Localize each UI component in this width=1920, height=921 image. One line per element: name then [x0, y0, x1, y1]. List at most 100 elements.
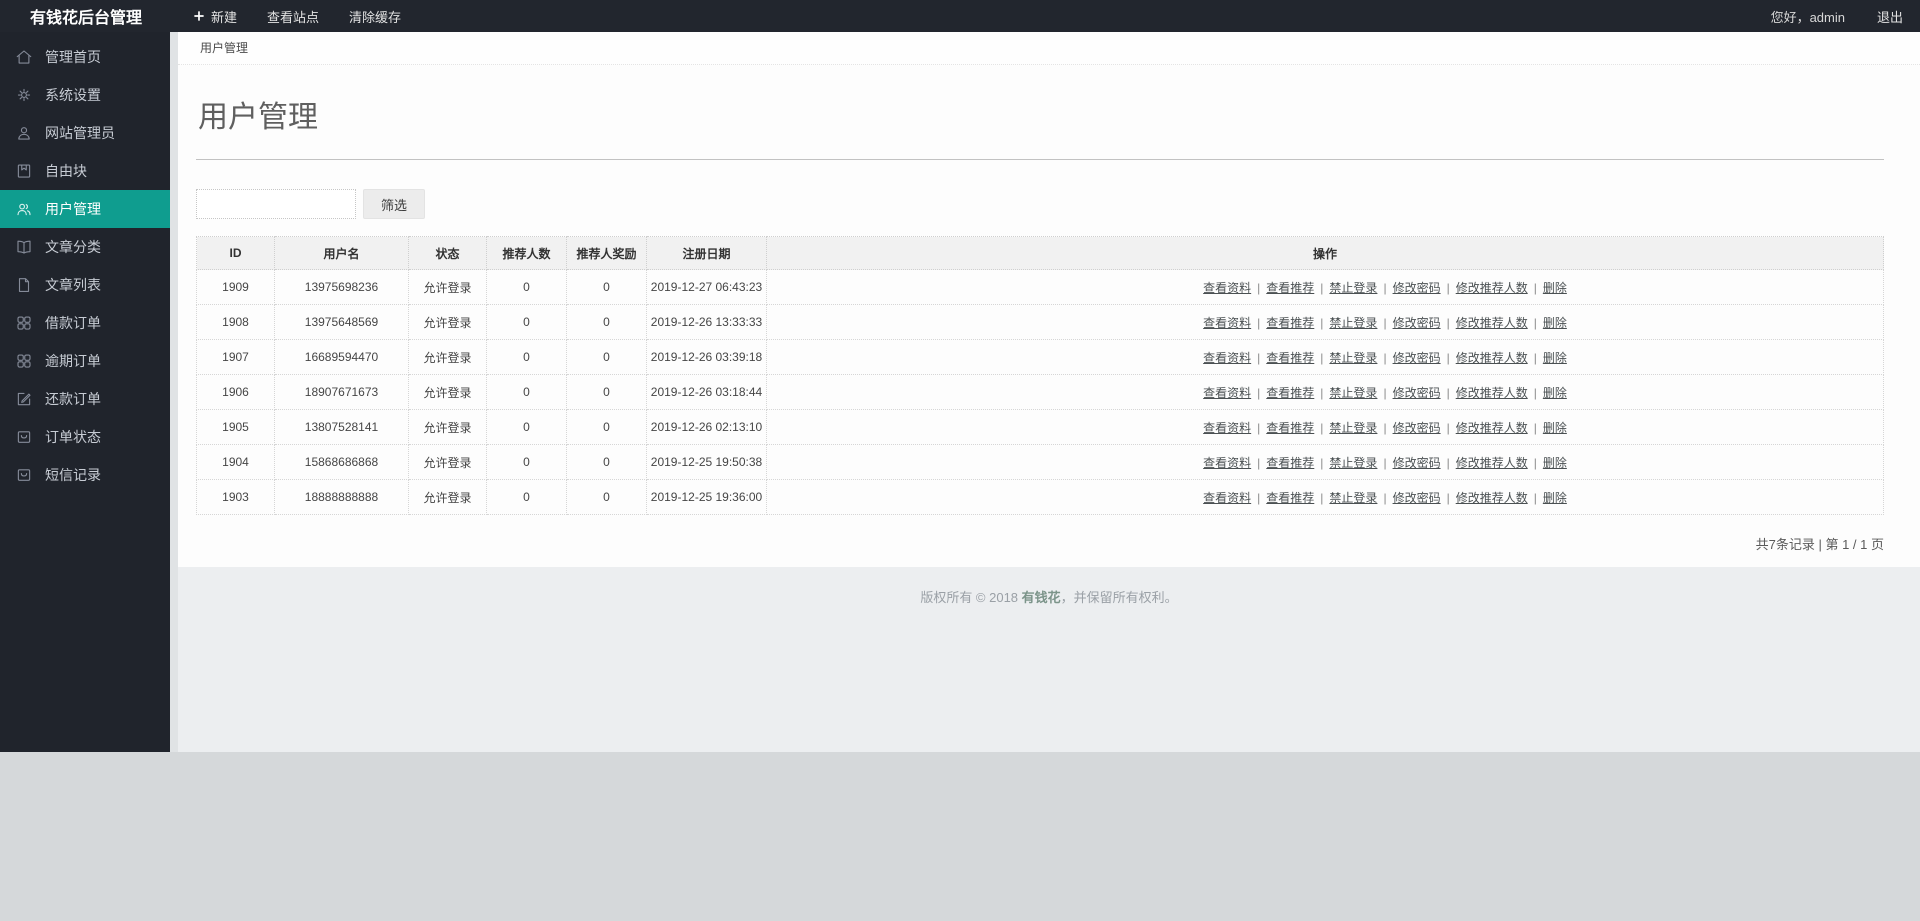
action-view-referrals[interactable]: 查看推荐	[1266, 491, 1314, 505]
col-header-status: 状态	[408, 236, 487, 270]
action-view-referrals[interactable]: 查看推荐	[1266, 421, 1314, 435]
action-forbid-login[interactable]: 禁止登录	[1329, 386, 1377, 400]
sidebar-item-dashboard[interactable]: 管理首页	[0, 38, 170, 76]
topbar-view-site-button[interactable]: 查看站点	[252, 0, 334, 32]
action-forbid-login[interactable]: 禁止登录	[1329, 351, 1377, 365]
action-view-referrals[interactable]: 查看推荐	[1266, 281, 1314, 295]
action-delete[interactable]: 删除	[1543, 386, 1567, 400]
action-view-profile[interactable]: 查看资料	[1203, 316, 1251, 330]
action-separator: |	[1446, 385, 1450, 400]
sidebar-item-user-management[interactable]: 用户管理	[0, 190, 170, 228]
action-forbid-login[interactable]: 禁止登录	[1329, 491, 1377, 505]
action-change-referral-count[interactable]: 修改推荐人数	[1456, 386, 1528, 400]
sidebar-item-repayment-orders[interactable]: 还款订单	[0, 380, 170, 418]
action-separator: |	[1320, 455, 1324, 470]
action-separator: |	[1383, 350, 1387, 365]
sidebar-item-overdue-orders[interactable]: 逾期订单	[0, 342, 170, 380]
sidebar-item-label: 还款订单	[45, 391, 101, 407]
sidebar-item-sms-records[interactable]: 短信记录	[0, 456, 170, 494]
sidebar-item-label: 逾期订单	[45, 353, 101, 369]
sidebar-item-order-status[interactable]: 订单状态	[0, 418, 170, 456]
cell-actions: 查看资料 | 查看推荐 | 禁止登录 | 修改密码 | 修改推荐人数 | 删除	[766, 374, 1884, 410]
action-view-profile[interactable]: 查看资料	[1203, 491, 1251, 505]
edit-icon	[17, 392, 31, 406]
action-change-referral-count[interactable]: 修改推荐人数	[1456, 456, 1528, 470]
action-separator: |	[1320, 420, 1324, 435]
sidebar-item-article-categories[interactable]: 文章分类	[0, 228, 170, 266]
filter-button[interactable]: 筛选	[363, 189, 426, 219]
action-forbid-login[interactable]: 禁止登录	[1329, 281, 1377, 295]
action-change-password[interactable]: 修改密码	[1393, 491, 1441, 505]
action-forbid-login[interactable]: 禁止登录	[1329, 316, 1377, 330]
users-table: ID 用户名 状态 推荐人数 推荐人奖励 注册日期 操作 1909 139756…	[196, 236, 1884, 515]
action-change-password[interactable]: 修改密码	[1393, 421, 1441, 435]
table-header-row: ID 用户名 状态 推荐人数 推荐人奖励 注册日期 操作	[196, 236, 1884, 270]
action-change-password[interactable]: 修改密码	[1393, 351, 1441, 365]
cell-referral-reward: 0	[566, 444, 647, 480]
logout-button[interactable]: 退出	[1877, 7, 1903, 26]
sidebar-item-system-settings[interactable]: 系统设置	[0, 76, 170, 114]
cell-status: 允许登录	[408, 479, 487, 515]
sidebar-item-site-admins[interactable]: 网站管理员	[0, 114, 170, 152]
action-change-password[interactable]: 修改密码	[1393, 281, 1441, 295]
action-view-referrals[interactable]: 查看推荐	[1266, 386, 1314, 400]
cell-status: 允许登录	[408, 339, 487, 375]
title-divider	[196, 159, 1884, 160]
grid-icon	[17, 354, 31, 368]
action-view-profile[interactable]: 查看资料	[1203, 456, 1251, 470]
cell-actions: 查看资料 | 查看推荐 | 禁止登录 | 修改密码 | 修改推荐人数 | 删除	[766, 269, 1884, 305]
action-view-referrals[interactable]: 查看推荐	[1266, 351, 1314, 365]
action-view-profile[interactable]: 查看资料	[1203, 386, 1251, 400]
sidebar-item-label: 用户管理	[45, 201, 101, 217]
action-delete[interactable]: 删除	[1543, 491, 1567, 505]
action-view-profile[interactable]: 查看资料	[1203, 351, 1251, 365]
action-separator: |	[1257, 455, 1261, 470]
action-change-referral-count[interactable]: 修改推荐人数	[1456, 351, 1528, 365]
cell-referrals: 0	[486, 269, 567, 305]
action-change-password[interactable]: 修改密码	[1393, 316, 1441, 330]
action-delete[interactable]: 删除	[1543, 316, 1567, 330]
sidebar-item-free-blocks[interactable]: 自由块	[0, 152, 170, 190]
filter-input[interactable]	[196, 189, 356, 219]
action-forbid-login[interactable]: 禁止登录	[1329, 456, 1377, 470]
col-header-referrals: 推荐人数	[486, 236, 567, 270]
action-separator: |	[1446, 455, 1450, 470]
book-icon	[17, 240, 31, 254]
copyright-brand: 有钱花	[1021, 590, 1061, 605]
action-view-referrals[interactable]: 查看推荐	[1266, 316, 1314, 330]
action-view-referrals[interactable]: 查看推荐	[1266, 456, 1314, 470]
action-change-referral-count[interactable]: 修改推荐人数	[1456, 491, 1528, 505]
topbar-new-button[interactable]: 新建	[178, 0, 252, 32]
action-view-profile[interactable]: 查看资料	[1203, 281, 1251, 295]
copyright-prefix: 版权所有 © 2018	[920, 590, 1022, 605]
sidebar-item-article-list[interactable]: 文章列表	[0, 266, 170, 304]
action-delete[interactable]: 删除	[1543, 421, 1567, 435]
action-forbid-login[interactable]: 禁止登录	[1329, 421, 1377, 435]
action-delete[interactable]: 删除	[1543, 456, 1567, 470]
action-separator: |	[1383, 385, 1387, 400]
pagination: 共7条记录 | 第 1 / 1 页	[1755, 537, 1884, 552]
action-delete[interactable]: 删除	[1543, 351, 1567, 365]
action-change-referral-count[interactable]: 修改推荐人数	[1456, 421, 1528, 435]
cell-actions: 查看资料 | 查看推荐 | 禁止登录 | 修改密码 | 修改推荐人数 | 删除	[766, 409, 1884, 445]
action-delete[interactable]: 删除	[1543, 281, 1567, 295]
action-view-profile[interactable]: 查看资料	[1203, 421, 1251, 435]
action-separator: |	[1320, 490, 1324, 505]
action-change-password[interactable]: 修改密码	[1393, 386, 1441, 400]
action-change-password[interactable]: 修改密码	[1393, 456, 1441, 470]
filter-row: 筛选	[196, 189, 1884, 219]
col-header-referral-reward: 推荐人奖励	[566, 236, 647, 270]
action-change-referral-count[interactable]: 修改推荐人数	[1456, 316, 1528, 330]
cell-id: 1905	[196, 409, 275, 445]
content-panel: 用户管理 筛选 ID 用户名 状态 推荐人数 推荐人奖励 注册日期 操作 190…	[178, 65, 1920, 567]
action-separator: |	[1257, 490, 1261, 505]
action-separator: |	[1383, 315, 1387, 330]
cell-referrals: 0	[486, 409, 567, 445]
topbar-clear-cache-button[interactable]: 清除缓存	[334, 0, 416, 32]
action-separator: |	[1446, 350, 1450, 365]
action-change-referral-count[interactable]: 修改推荐人数	[1456, 281, 1528, 295]
sidebar-item-loan-orders[interactable]: 借款订单	[0, 304, 170, 342]
sidebar-item-label: 短信记录	[45, 467, 101, 483]
breadcrumb: 用户管理	[178, 32, 1920, 65]
table-row: 1905 13807528141 允许登录 0 0 2019-12-26 02:…	[196, 409, 1884, 445]
